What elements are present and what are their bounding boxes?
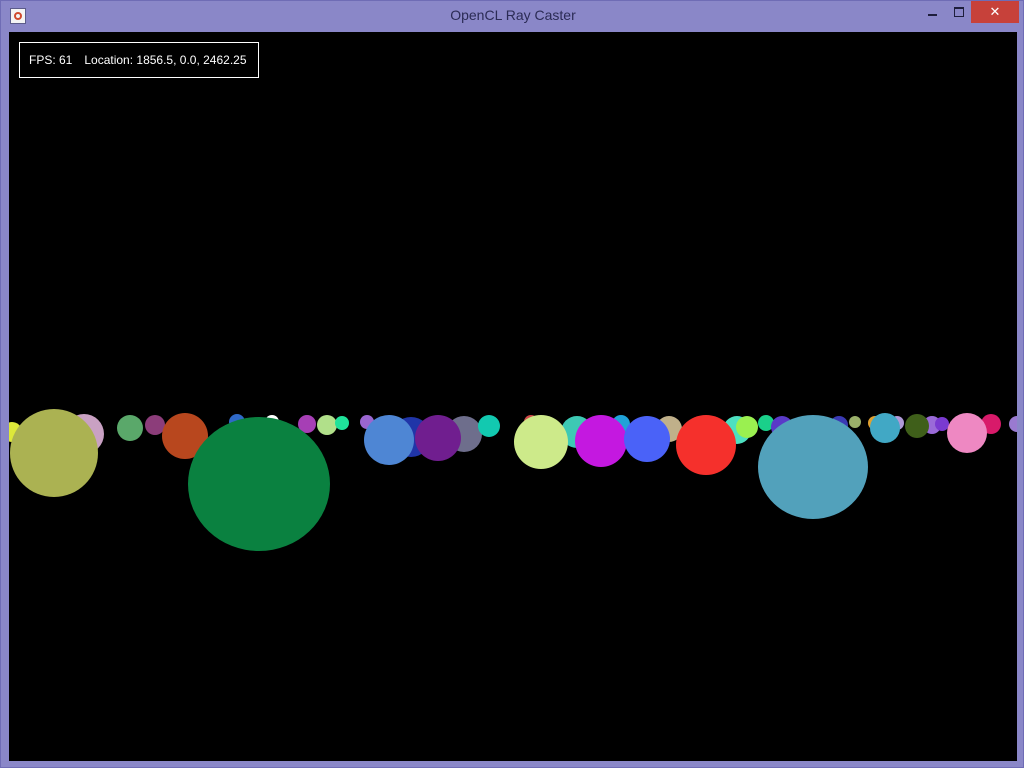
sphere xyxy=(145,415,165,435)
app-window: OpenCL Ray Caster ✕ FPS: 61 Location: 18… xyxy=(0,0,1024,768)
sphere xyxy=(1009,416,1017,432)
sphere xyxy=(575,415,627,467)
sphere xyxy=(736,416,758,438)
sphere xyxy=(335,416,349,430)
sphere-horizon xyxy=(9,409,1017,551)
sphere xyxy=(317,415,337,435)
sphere xyxy=(758,415,868,519)
sphere xyxy=(478,415,500,437)
title-bar[interactable]: OpenCL Ray Caster xyxy=(1,1,1024,31)
sphere xyxy=(947,413,987,453)
sphere xyxy=(905,414,929,438)
hud-overlay: FPS: 61 Location: 1856.5, 0.0, 2462.25 xyxy=(19,42,259,78)
sphere xyxy=(364,415,414,465)
sphere xyxy=(415,415,461,461)
minimize-button[interactable] xyxy=(919,1,945,23)
window-title: OpenCL Ray Caster xyxy=(450,7,576,23)
ray-cast-scene xyxy=(9,409,1017,551)
close-button[interactable] xyxy=(971,1,1019,23)
sphere xyxy=(870,413,900,443)
location-readout: Location: 1856.5, 0.0, 2462.25 xyxy=(84,53,247,67)
sphere xyxy=(935,417,949,431)
sphere xyxy=(849,416,861,428)
sphere xyxy=(624,416,670,462)
render-canvas[interactable]: FPS: 61 Location: 1856.5, 0.0, 2462.25 xyxy=(9,32,1017,761)
maximize-button[interactable] xyxy=(945,1,973,23)
sphere xyxy=(188,417,330,551)
fps-readout: FPS: 61 xyxy=(29,53,73,67)
sphere xyxy=(676,415,736,475)
sphere xyxy=(10,409,98,497)
sphere xyxy=(117,415,143,441)
sphere xyxy=(514,415,568,469)
